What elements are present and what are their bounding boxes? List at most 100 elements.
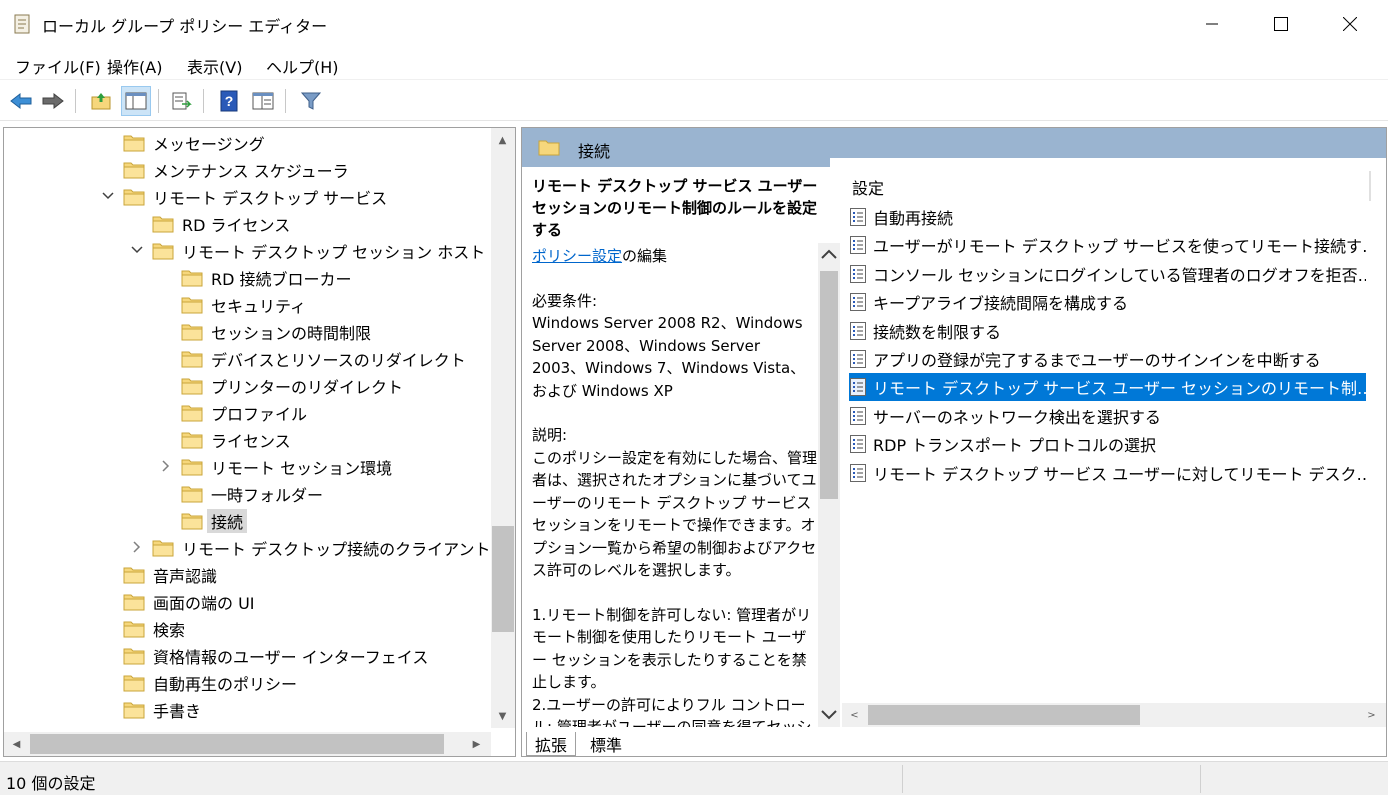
tree-item[interactable]: デバイスとリソースのリダイレクト [181, 345, 470, 372]
tree-item[interactable]: 検索 [123, 615, 189, 642]
description-vertical-scrollbar[interactable] [818, 243, 840, 727]
policy-setting-row[interactable]: 自動再接続 [849, 203, 1381, 231]
tree-item[interactable]: RD ライセンス [152, 210, 294, 237]
policy-setting-row[interactable]: コンソール セッションにログインしている管理者のログオフを拒否する [849, 260, 1381, 288]
tree-item[interactable]: プロファイル [181, 399, 311, 426]
tree-item-label: プリンターのリダイレクト [211, 377, 404, 397]
policy-setting-icon [850, 321, 866, 340]
folder-icon [181, 270, 203, 286]
tree-item[interactable]: リモート セッション環境 [181, 453, 396, 480]
tree-item[interactable]: RD 接続ブローカー [181, 264, 356, 291]
list-horizontal-scroll-thumb[interactable] [868, 705, 1140, 725]
policy-setting-icon [850, 264, 866, 283]
scroll-left-arrow-icon[interactable]: < [846, 707, 863, 724]
folder-icon [152, 243, 174, 259]
tab-extended[interactable]: 拡張 [526, 732, 577, 756]
scroll-up-arrow-icon[interactable]: ▲ [494, 132, 511, 149]
chevron-right-icon[interactable] [130, 540, 144, 554]
tree-item[interactable]: セッションの時間制限 [181, 318, 375, 345]
filter-button[interactable] [296, 86, 326, 116]
minimize-button[interactable] [1189, 0, 1235, 48]
policy-setting-row[interactable]: リモート デスクトップ サービス ユーザーに対してリモート デスクトップ サービ… [849, 459, 1381, 487]
tree-item[interactable]: ライセンス [181, 426, 295, 453]
close-icon [1343, 17, 1357, 31]
show-hide-tree-button[interactable] [121, 86, 151, 116]
view-tabs: 拡張 標準 [522, 732, 1386, 756]
tree-item[interactable]: メッセージング [123, 129, 269, 156]
tree-item-label: 音声認識 [153, 566, 218, 586]
tree-vertical-scrollbar[interactable]: ▲ ▼ [491, 128, 515, 728]
tree-horizontal-scrollbar[interactable]: ◀ ▶ [4, 732, 491, 756]
scroll-down-chevron-icon[interactable] [821, 709, 837, 721]
forward-icon [42, 92, 64, 110]
menu-file[interactable]: ファイル(F) [15, 54, 101, 78]
edit-policy-link[interactable]: ポリシー設定 [532, 247, 622, 265]
tree-item-label: ライセンス [211, 431, 291, 451]
export-list-button[interactable] [166, 86, 196, 116]
tree-item[interactable]: 画面の端の UI [123, 588, 259, 615]
menu-action[interactable]: 操作(A) [107, 54, 162, 78]
extended-view-button[interactable] [248, 86, 278, 116]
tree-horizontal-scroll-thumb[interactable] [30, 734, 444, 754]
chevron-down-icon[interactable] [101, 189, 115, 203]
tree-item-label: リモート デスクトップ サービス [153, 188, 388, 208]
tree-item-label: セッションの時間制限 [211, 323, 372, 343]
scroll-right-arrow-icon[interactable]: ▶ [468, 736, 485, 753]
policy-setting-label: アプリの登録が完了するまでユーザーのサインインを中断する [873, 351, 1321, 370]
tree-item-label: リモート デスクトップ セッション ホスト [182, 242, 486, 262]
list-horizontal-scrollbar[interactable]: < > [842, 703, 1386, 727]
toolbar: ? [0, 81, 1388, 121]
status-text: 10 個の設定 [6, 774, 96, 793]
tree-item[interactable]: リモート デスクトップ サービス [123, 183, 391, 210]
scroll-right-arrow-icon[interactable]: > [1363, 707, 1380, 724]
tree-item[interactable]: 音声認識 [123, 561, 221, 588]
chevron-right-icon[interactable] [159, 459, 173, 473]
up-folder-button[interactable] [86, 86, 116, 116]
close-button[interactable] [1327, 0, 1373, 48]
folder-icon [123, 567, 145, 583]
tree-item[interactable]: 自動再生のポリシー [123, 669, 301, 696]
policy-setting-label: リモート デスクトップ サービス ユーザーに対してリモート デスクトップ サービ… [873, 464, 1381, 484]
folder-icon [123, 648, 145, 664]
tree-item[interactable]: リモート デスクトップ セッション ホスト [152, 237, 489, 264]
settings-list: 設定 自動再接続 ユーザーがリモート デスクトップ サービスを使ってリモート接続す… [842, 167, 1386, 727]
maximize-button[interactable] [1258, 0, 1304, 48]
edit-policy-suffix: の編集 [622, 247, 668, 265]
svg-text:?: ? [225, 93, 234, 109]
list-vertical-scrollbar[interactable] [1366, 167, 1386, 703]
chevron-down-icon[interactable] [130, 243, 144, 257]
tree-item[interactable]: プリンターのリダイレクト [181, 372, 407, 399]
tab-standard[interactable]: 標準 [582, 732, 630, 756]
settings-column-header[interactable]: 設定 [852, 175, 884, 199]
policy-setting-row[interactable]: ユーザーがリモート デスクトップ サービスを使ってリモート接続することを許… [849, 231, 1381, 259]
policy-setting-row[interactable]: RDP トランスポート プロトコルの選択 [849, 430, 1381, 458]
help-button[interactable]: ? [214, 86, 244, 116]
requirements-label: 必要条件: [532, 291, 598, 310]
tree-item[interactable]: 接続 [181, 507, 248, 534]
scroll-up-chevron-icon[interactable] [821, 248, 837, 260]
scroll-down-arrow-icon[interactable]: ▼ [494, 708, 511, 725]
requirements-text: Windows Server 2008 R2、Windows Server 20… [532, 314, 806, 400]
policy-setting-row[interactable]: 接続数を制限する [849, 317, 1381, 345]
menu-help[interactable]: ヘルプ(H) [266, 54, 339, 78]
tree-vertical-scroll-thumb[interactable] [492, 526, 514, 632]
folder-icon [123, 162, 145, 178]
tree-item-label: 一時フォルダー [211, 485, 324, 505]
description-scroll-thumb[interactable] [820, 271, 838, 499]
policy-setting-row[interactable]: リモート デスクトップ サービス ユーザー セッションのリモート制御のルール… [849, 373, 1381, 402]
policy-setting-row[interactable]: キープアライブ接続間隔を構成する [849, 288, 1381, 316]
scroll-left-arrow-icon[interactable]: ◀ [8, 736, 25, 753]
tree-item[interactable]: 一時フォルダー [181, 480, 327, 507]
tree-item[interactable]: セキュリティ [181, 291, 310, 318]
forward-button[interactable] [38, 86, 68, 116]
tree-item-label: 検索 [153, 620, 186, 640]
tree-item[interactable]: 手書き [123, 696, 205, 723]
tree-item-label: 手書き [153, 701, 202, 721]
policy-setting-row[interactable]: アプリの登録が完了するまでユーザーのサインインを中断する [849, 345, 1381, 373]
policy-setting-row[interactable]: サーバーのネットワーク検出を選択する [849, 402, 1381, 430]
menu-view[interactable]: 表示(V) [187, 54, 242, 78]
tree-item[interactable]: 資格情報のユーザー インターフェイス [123, 642, 432, 669]
tree-item[interactable]: リモート デスクトップ接続のクライアント [152, 534, 494, 561]
back-button[interactable] [6, 86, 36, 116]
tree-item[interactable]: メンテナンス スケジューラ [123, 156, 353, 183]
